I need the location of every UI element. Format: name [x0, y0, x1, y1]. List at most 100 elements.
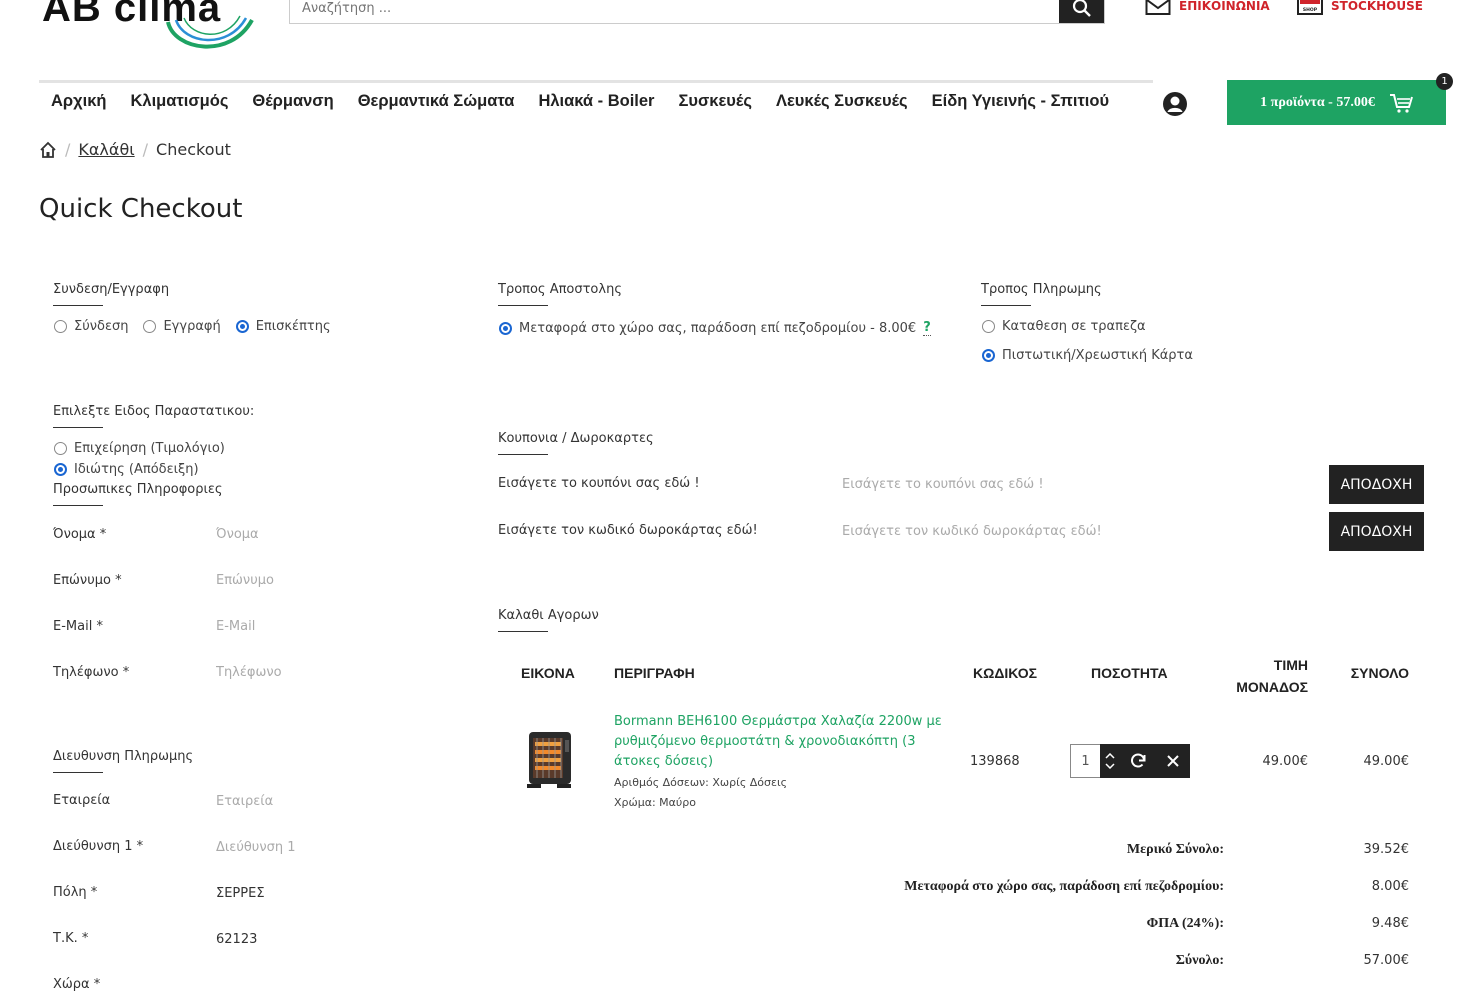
breadcrumb-separator: / — [65, 140, 71, 159]
apply-voucher-button[interactable]: ΑΠΟΔΟΧΗ — [1329, 512, 1424, 551]
payment-method-title: Τροπος Πληρωμης — [981, 282, 1102, 306]
col-unit-price-line-1: ΤΙΜΗ — [1273, 657, 1308, 673]
company-field[interactable] — [216, 794, 436, 809]
search-icon — [1072, 0, 1091, 17]
last-name-label: Επώνυμο * — [53, 573, 122, 588]
radio-label: Μεταφορά στο χώρο σας, παράδοση επί πεζο… — [519, 320, 917, 336]
nav-item-appliances[interactable]: Συσκευές — [678, 92, 751, 111]
apply-coupon-button[interactable]: ΑΠΟΔΟΧΗ — [1329, 465, 1424, 504]
page-title: Quick Checkout — [39, 194, 243, 224]
product-thumbnail[interactable] — [523, 728, 575, 792]
radio-card[interactable]: Πιστωτική/Χρεωστική Κάρτα — [982, 348, 1193, 363]
radio-circle-selected — [499, 321, 512, 335]
product-code: 139868 — [970, 754, 1020, 769]
voucher-label: Εισάγετε τον κωδικό δωροκάρτας εδώ! — [498, 523, 758, 538]
city-field[interactable] — [216, 886, 436, 901]
product-option-color: Χρώμα: Μαύρο — [614, 796, 697, 809]
radio-label: Επισκέπτης — [255, 319, 331, 334]
radio-label: Καταθεση σε τραπεζα — [1002, 319, 1146, 334]
radio-circle — [54, 442, 67, 455]
contact-label: ΕΠΙΚΟΙΝΩΝΙΑ — [1179, 0, 1270, 13]
cart-count-badge: 1 — [1436, 73, 1453, 90]
postcode-field[interactable] — [216, 932, 436, 947]
contact-link[interactable]: ΕΠΙΚΟΙΝΩΝΙΑ — [1145, 0, 1270, 16]
radio-login[interactable]: Σύνδεση — [54, 319, 128, 334]
nav-item-sanitary[interactable]: Είδη Υγιεινής - Σπιτιού — [932, 92, 1109, 111]
radio-label: Ιδιώτης (Απόδειξη) — [74, 462, 199, 477]
nav-divider — [39, 80, 1153, 83]
radio-register[interactable]: Εγγραφή — [143, 319, 221, 334]
shop-icon: SHOP — [1297, 0, 1323, 15]
product-name-link[interactable]: Bormann BEH6100 Θερμάστρα Χαλαζία 2200w … — [614, 712, 944, 772]
coupon-input[interactable] — [842, 477, 1282, 492]
nav-item-heating[interactable]: Θέρμανση — [252, 92, 333, 111]
logo-swoosh-icon — [166, 15, 254, 49]
stockhouse-label: STOCKHOUSE — [1331, 0, 1423, 13]
first-name-field[interactable] — [216, 527, 436, 542]
col-image: ΕΙΚΟΝΑ — [521, 665, 575, 681]
shipping-cost-label: Μεταφορά στο χώρο σας, παράδοση επί πεζο… — [904, 879, 1224, 894]
first-name-label: Όνομα * — [53, 527, 107, 542]
address-label: Διεύθυνση 1 * — [53, 839, 144, 854]
radio-invoice[interactable]: Επιχείρηση (Τιμολόγιο) — [54, 441, 225, 456]
login-section-title: Συνδεση/Εγγραφη — [53, 282, 169, 306]
radio-circle-selected — [235, 320, 249, 333]
personal-info-title: Προσωπικες Πληροφοριες — [53, 482, 223, 506]
radio-circle-selected — [982, 349, 995, 362]
phone-field[interactable] — [216, 665, 436, 680]
product-option-installments: Αριθμός Δόσεων: Χωρίς Δόσεις — [614, 776, 788, 789]
subtotal-label: Μερικό Σύνολο: — [1126, 842, 1224, 857]
radio-circle — [143, 320, 157, 333]
country-label: Χώρα * — [53, 977, 101, 992]
search-input[interactable] — [290, 0, 1060, 23]
radio-label: Επιχείρηση (Τιμολόγιο) — [74, 441, 225, 456]
nav-item-radiators[interactable]: Θερμαντικά Σώματα — [358, 92, 515, 111]
nav-item-home[interactable]: Αρχική — [51, 92, 107, 111]
nav-item-solar-boiler[interactable]: Ηλιακά - Boiler — [538, 92, 654, 111]
main-nav: Αρχική Κλιματισμός Θέρμανση Θερμαντικά Σ… — [51, 92, 1109, 111]
nav-item-air-conditioning[interactable]: Κλιματισμός — [131, 92, 229, 111]
chevron-down-icon[interactable] — [1105, 763, 1115, 769]
search-button[interactable] — [1059, 0, 1104, 23]
col-description: ΠΕΡΙΓΡΑΦΗ — [614, 665, 695, 681]
radio-shipping-curbside[interactable]: Μεταφορά στο χώρο σας, παράδοση επί πεζο… — [499, 320, 931, 336]
subtotal-value: 39.52€ — [1363, 842, 1410, 857]
radio-circle — [54, 320, 67, 333]
remove-item-button[interactable] — [1155, 744, 1190, 778]
shipping-help-icon[interactable]: ? — [923, 320, 931, 336]
stockhouse-link[interactable]: SHOP STOCKHOUSE — [1297, 0, 1423, 16]
mini-cart-button[interactable]: 1 προϊόντα - 57.00€ — [1227, 80, 1446, 125]
breadcrumb-separator: / — [142, 140, 149, 159]
radio-bank-transfer[interactable]: Καταθεση σε τραπεζα — [982, 319, 1146, 334]
radio-label: Πιστωτική/Χρεωστική Κάρτα — [1002, 348, 1193, 363]
refresh-icon — [1130, 753, 1145, 768]
radio-label: Σύνδεση — [74, 319, 129, 334]
update-quantity-button[interactable] — [1120, 744, 1155, 778]
quantity-spinner[interactable] — [1100, 744, 1120, 778]
user-account-icon[interactable] — [1162, 91, 1188, 117]
mail-icon — [1145, 0, 1171, 15]
login-options: Σύνδεση Εγγραφή Επισκέπτης — [54, 319, 331, 334]
coupon-label: Εισάγετε το κουπόνι σας εδώ ! — [498, 476, 700, 491]
col-unit-price: ΤΙΜΗ ΜΟΝΑΔΟΣ — [1230, 654, 1308, 698]
home-icon[interactable] — [39, 141, 57, 159]
nav-item-white-goods[interactable]: Λευκές Συσκευές — [776, 92, 908, 111]
radio-circle-selected — [54, 463, 67, 476]
breadcrumb: / Καλάθι / Checkout — [39, 140, 231, 159]
close-icon — [1166, 755, 1179, 767]
coupons-title: Κουπονια / Δωροκαρτες — [498, 431, 654, 455]
chevron-up-icon[interactable] — [1105, 753, 1115, 759]
email-field[interactable] — [216, 619, 436, 634]
voucher-input[interactable] — [842, 524, 1282, 539]
radio-receipt[interactable]: Ιδιώτης (Απόδειξη) — [54, 462, 199, 477]
phone-label: Τηλέφωνο * — [53, 665, 130, 680]
email-label: E-Mail * — [53, 619, 103, 634]
cart-icon — [1389, 93, 1413, 113]
product-total: 49.00€ — [1363, 754, 1410, 769]
product-unit-price: 49.00€ — [1262, 754, 1309, 769]
breadcrumb-cart[interactable]: Καλάθι — [78, 140, 134, 159]
last-name-field[interactable] — [216, 573, 436, 588]
radio-guest[interactable]: Επισκέπτης — [235, 319, 331, 334]
address-field[interactable] — [216, 840, 436, 855]
quantity-input[interactable] — [1070, 744, 1100, 778]
